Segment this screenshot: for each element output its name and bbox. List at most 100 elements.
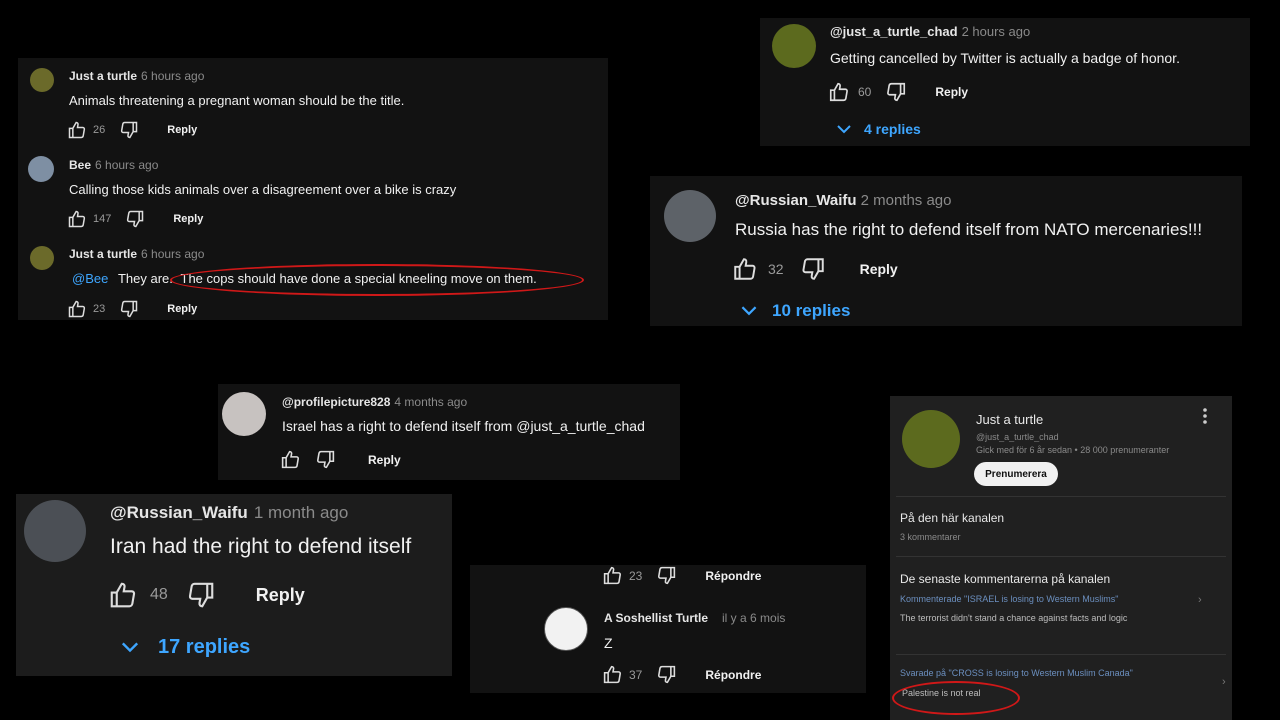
like-icon[interactable] xyxy=(108,580,138,610)
reply-button[interactable]: Reply xyxy=(935,85,968,99)
author-name[interactable]: @just_a_turtle_chad xyxy=(830,24,958,39)
comment-time[interactable]: il y a 6 mois xyxy=(722,611,785,625)
comment-actions: 23 Reply xyxy=(67,299,197,319)
comment-time[interactable]: 2 months ago xyxy=(861,192,952,209)
avatar[interactable] xyxy=(30,68,54,92)
avatar[interactable] xyxy=(30,246,54,270)
comment-actions: 26 Reply xyxy=(67,120,197,140)
author-name[interactable]: @Russian_Waifu xyxy=(110,503,248,522)
comment-author[interactable]: Bee 6 hours ago xyxy=(69,158,158,172)
avatar[interactable] xyxy=(222,392,266,436)
divider xyxy=(896,654,1226,655)
comment-author[interactable]: @Russian_Waifu 1 month ago xyxy=(110,503,348,523)
comment-text: Animals threatening a pregnant woman sho… xyxy=(69,93,405,108)
reply-button[interactable]: Reply xyxy=(256,585,305,606)
comment-actions: Reply xyxy=(280,449,401,470)
mention-link[interactable]: @Bee xyxy=(72,271,108,286)
comment-time[interactable]: 6 hours ago xyxy=(95,158,158,172)
replies-count[interactable]: 10 replies xyxy=(772,301,850,321)
like-icon[interactable] xyxy=(280,449,301,470)
reply-button[interactable]: Reply xyxy=(173,213,203,225)
channel-info-panel: Just a turtle @just_a_turtle_chad Gick m… xyxy=(890,396,1232,720)
like-icon[interactable] xyxy=(67,209,87,229)
avatar[interactable] xyxy=(772,24,816,68)
view-replies-button[interactable]: 10 replies xyxy=(740,301,850,321)
comment-text-part: They are. xyxy=(117,271,173,286)
reply-button[interactable]: Reply xyxy=(860,261,898,277)
chevron-right-icon[interactable]: › xyxy=(1198,594,1202,606)
chevron-right-icon[interactable]: › xyxy=(1222,676,1226,688)
more-options-icon[interactable] xyxy=(1202,408,1208,429)
view-replies-button[interactable]: 4 replies xyxy=(836,121,921,137)
channel-stats: Gick med för 6 år sedan • 28 000 prenume… xyxy=(976,445,1170,455)
like-count: 26 xyxy=(93,124,106,136)
subscribe-button[interactable]: Prenumerera xyxy=(974,462,1058,486)
comment-author[interactable]: Just a turtle 6 hours ago xyxy=(69,247,204,261)
avatar[interactable] xyxy=(28,156,54,182)
channel-name[interactable]: Just a turtle xyxy=(976,412,1043,427)
author-name[interactable]: @profilepicture828 xyxy=(282,395,390,409)
author-name[interactable]: Just a turtle xyxy=(69,247,137,261)
reply-button[interactable]: Reply xyxy=(368,453,401,467)
replies-count[interactable]: 17 replies xyxy=(158,636,250,659)
reply-button[interactable]: Répondre xyxy=(705,668,761,682)
like-icon[interactable] xyxy=(828,81,850,103)
dislike-icon[interactable] xyxy=(315,449,336,470)
section-subtitle: 3 kommentarer xyxy=(900,532,961,542)
comment-time[interactable]: 1 month ago xyxy=(254,503,349,522)
recent-comment-text: The terrorist didn't stand a chance agai… xyxy=(900,613,1128,623)
comment-text: Calling those kids animals over a disagr… xyxy=(69,182,457,197)
comment-text: Z xyxy=(604,635,613,651)
comment-actions: 147 Reply xyxy=(67,209,203,229)
recent-comment-meta[interactable]: Svarade på "CROSS is losing to Western M… xyxy=(900,668,1186,678)
replies-count[interactable]: 4 replies xyxy=(864,121,921,137)
comment-time[interactable]: 4 months ago xyxy=(394,395,467,409)
like-icon[interactable] xyxy=(602,565,623,586)
author-name[interactable]: @Russian_Waifu xyxy=(735,192,857,209)
like-icon[interactable] xyxy=(67,120,87,140)
like-icon[interactable] xyxy=(602,664,623,685)
comment-author[interactable]: A Soshellist Turtle il y a 6 mois xyxy=(604,611,785,625)
dislike-icon[interactable] xyxy=(186,580,216,610)
chevron-down-icon xyxy=(120,636,140,659)
like-icon[interactable] xyxy=(67,299,87,319)
reply-button[interactable]: Reply xyxy=(167,303,197,315)
author-name[interactable]: A Soshellist Turtle xyxy=(604,611,708,625)
like-icon[interactable] xyxy=(732,256,758,282)
dislike-icon[interactable] xyxy=(119,120,139,140)
dislike-icon[interactable] xyxy=(800,256,826,282)
avatar[interactable] xyxy=(664,190,716,242)
channel-avatar[interactable] xyxy=(902,410,960,468)
reply-button[interactable]: Répondre xyxy=(705,569,761,583)
section-title: De senaste kommentarerna på kanalen xyxy=(900,572,1111,586)
author-name[interactable]: Just a turtle xyxy=(69,69,137,83)
comment-actions: 37 Répondre xyxy=(602,664,761,685)
channel-handle: @just_a_turtle_chad xyxy=(976,432,1059,442)
dislike-icon[interactable] xyxy=(119,299,139,319)
comment-time[interactable]: 2 hours ago xyxy=(962,24,1031,39)
reply-button[interactable]: Reply xyxy=(167,124,197,136)
dislike-icon[interactable] xyxy=(885,81,907,103)
comment-author[interactable]: Just a turtle 6 hours ago xyxy=(69,69,204,83)
view-replies-button[interactable]: 17 replies xyxy=(120,636,250,659)
like-count: 37 xyxy=(629,667,643,682)
author-name[interactable]: Bee xyxy=(69,158,91,172)
dislike-icon[interactable] xyxy=(656,565,677,586)
like-count: 147 xyxy=(93,213,112,225)
comment-actions: 48 Reply xyxy=(108,580,305,610)
dislike-icon[interactable] xyxy=(656,664,677,685)
comment-time[interactable]: 6 hours ago xyxy=(141,69,204,83)
like-count: 32 xyxy=(768,261,784,277)
chevron-down-icon xyxy=(836,121,852,137)
recent-comment-meta[interactable]: Kommenterade "ISRAEL is losing to Wester… xyxy=(900,594,1186,604)
avatar[interactable] xyxy=(24,500,86,562)
comment-panel-3: @Russian_Waifu 2 months ago Russia has th… xyxy=(650,176,1242,326)
comment-author[interactable]: @Russian_Waifu 2 months ago xyxy=(735,192,952,209)
comment-author[interactable]: @profilepicture828 4 months ago xyxy=(282,395,467,409)
avatar[interactable] xyxy=(544,607,588,651)
comment-author[interactable]: @just_a_turtle_chad 2 hours ago xyxy=(830,24,1030,39)
comment-panel-5: @Russian_Waifu 1 month ago Iran had the r… xyxy=(16,494,452,676)
comment-time[interactable]: 6 hours ago xyxy=(141,247,204,261)
dislike-icon[interactable] xyxy=(125,209,145,229)
comment-actions: 60 Reply xyxy=(828,81,968,103)
